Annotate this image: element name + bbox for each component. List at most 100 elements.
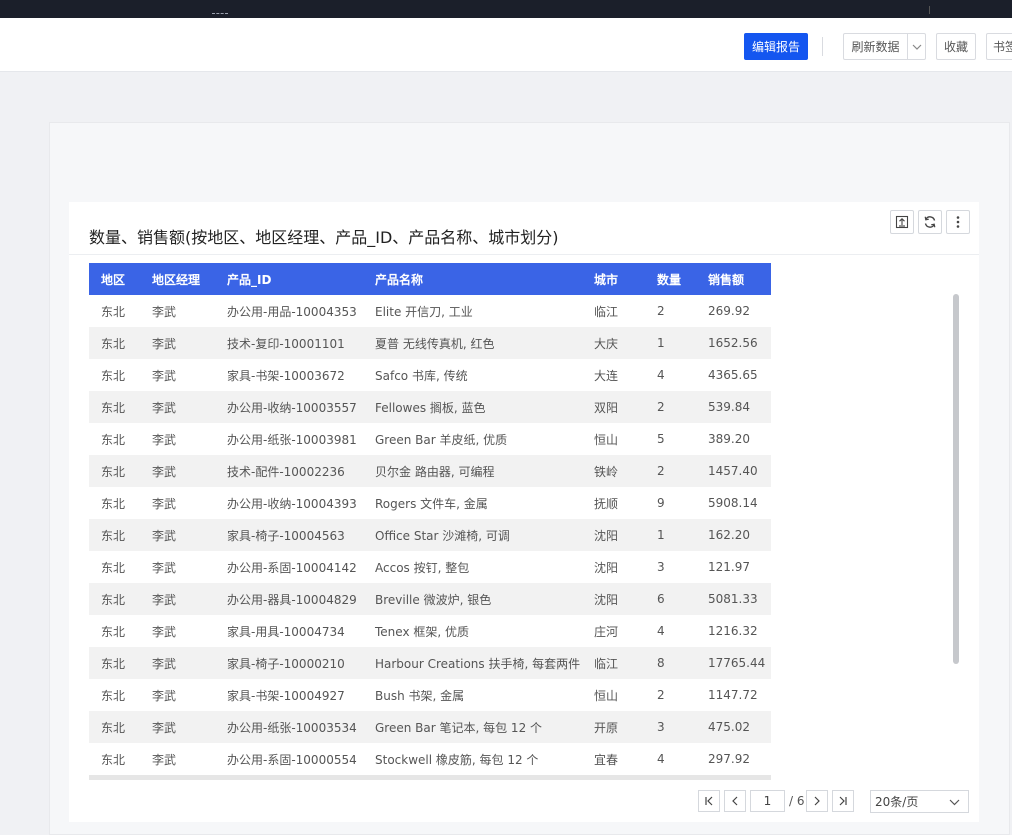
table-widget: 数量、销售额(按地区、地区经理、产品_ID、产品名称、城市划分) 地区 地区经理… <box>69 202 979 822</box>
cell-region: 东北 <box>101 304 126 319</box>
favorite-button[interactable]: 收藏 <box>936 33 976 60</box>
cell-city: 双阳 <box>594 400 619 415</box>
cell-product-name: Stockwell 橡皮筋, 每包 12 个 <box>375 752 539 767</box>
refresh-data-button[interactable]: 刷新数据 <box>844 34 907 59</box>
cell-product-id: 家具-书架-10004927 <box>227 688 345 703</box>
page-size-select[interactable]: 20条/页 <box>870 790 969 813</box>
cell-product-name: Green Bar 羊皮纸, 优质 <box>375 432 508 447</box>
cell-product-name: Harbour Creations 扶手椅, 每套两件 <box>375 656 581 671</box>
table-row[interactable]: 东北 李武 家具-书架-10004927 Bush 书架, 金属 恒山 2 1147.72 <box>89 679 771 711</box>
page-total-label: / 6 <box>789 794 805 808</box>
cell-city: 临江 <box>594 656 619 671</box>
cell-manager: 李武 <box>152 464 177 479</box>
window-icon[interactable] <box>212 4 228 14</box>
cell-product-id: 家具-椅子-10004563 <box>227 528 345 543</box>
column-header-city[interactable]: 城市 <box>582 271 645 288</box>
cell-region: 东北 <box>101 592 126 607</box>
cell-quantity: 1 <box>657 336 665 350</box>
cell-sales: 17765.44 <box>708 656 766 670</box>
cell-product-id: 家具-用具-10004734 <box>227 624 345 639</box>
cell-region: 东北 <box>101 464 126 479</box>
report-toolbar: 编辑报告 刷新数据 收藏 书签 <box>0 18 1012 72</box>
next-page-icon[interactable] <box>806 790 828 812</box>
table-row[interactable]: 东北 李武 技术-配件-10002236 贝尔金 路由器, 可编程 铁岭 2 1457.40 <box>89 455 771 487</box>
more-icon[interactable] <box>946 210 970 234</box>
cell-product-id: 办公用-纸张-10003981 <box>227 432 357 447</box>
table-row[interactable]: 东北 李武 家具-椅子-10004563 Office Star 沙滩椅, 可调 沈阳 1… <box>89 519 771 551</box>
dropdown-separator-icon <box>918 6 930 14</box>
table-row[interactable]: 东北 李武 办公用-纸张-10003981 Green Bar 羊皮纸, 优质 恒山 5 3… <box>89 423 771 455</box>
top-navigation-bar <box>0 0 1012 18</box>
cell-manager: 李武 <box>152 560 177 575</box>
cell-sales: 1216.32 <box>708 624 758 638</box>
table-row[interactable]: 东北 李武 办公用-纸张-10003534 Green Bar 笔记本, 每包 12 … <box>89 711 771 743</box>
cell-manager: 李武 <box>152 688 177 703</box>
cell-city: 恒山 <box>594 688 619 703</box>
cell-region: 东北 <box>101 400 126 415</box>
table-row[interactable]: 东北 李武 家具-椅子-10000210 Harbour Creations 扶手椅,… <box>89 647 771 679</box>
table-scrollbar[interactable] <box>953 294 959 664</box>
cell-product-name: Rogers 文件车, 金属 <box>375 496 488 511</box>
cell-manager: 李武 <box>152 400 177 415</box>
cell-manager: 李武 <box>152 752 177 767</box>
cell-region: 东北 <box>101 656 126 671</box>
cell-quantity: 6 <box>657 592 665 606</box>
cell-region: 东北 <box>101 496 126 511</box>
chevron-down-icon[interactable] <box>907 34 925 59</box>
table-row[interactable]: 东北 李武 办公用-器具-10004829 Breville 微波炉, 银色 沈阳 6 50… <box>89 583 771 615</box>
cell-city: 临江 <box>594 304 619 319</box>
cell-product-id: 技术-配件-10002236 <box>227 464 345 479</box>
data-table: 地区 地区经理 产品_ID 产品名称 城市 数量 销售额 东北 李武 办公用-用品-… <box>89 263 771 780</box>
column-header-sales[interactable]: 销售额 <box>696 271 771 288</box>
bookmark-button[interactable]: 书签 <box>986 33 1012 60</box>
cell-manager: 李武 <box>152 592 177 607</box>
cell-product-name: 贝尔金 路由器, 可编程 <box>375 464 495 479</box>
column-header-product-name[interactable]: 产品名称 <box>363 271 582 288</box>
cell-city: 大庆 <box>594 336 619 351</box>
last-page-icon[interactable] <box>832 790 854 812</box>
table-body: 东北 李武 办公用-用品-10004353 Elite 开信刀, 工业 临江 2 269.9… <box>89 295 771 775</box>
refresh-icon[interactable] <box>918 210 942 234</box>
column-header-manager[interactable]: 地区经理 <box>140 271 215 288</box>
refresh-button-group: 刷新数据 <box>843 33 926 60</box>
table-row[interactable]: 东北 李武 办公用-用品-10004353 Elite 开信刀, 工业 临江 2 269.9… <box>89 295 771 327</box>
table-partial-row <box>89 775 771 780</box>
cell-sales: 389.20 <box>708 432 750 446</box>
prev-page-icon[interactable] <box>724 790 746 812</box>
cell-product-id: 家具-椅子-10000210 <box>227 656 345 671</box>
table-row[interactable]: 东北 李武 办公用-系固-10000554 Stockwell 橡皮筋, 每包 12 … <box>89 743 771 775</box>
cell-city: 宜春 <box>594 752 619 767</box>
export-icon[interactable] <box>890 210 914 234</box>
column-header-product-id[interactable]: 产品_ID <box>215 271 363 288</box>
cell-city: 沈阳 <box>594 528 619 543</box>
cell-city: 抚顺 <box>594 496 619 511</box>
cell-manager: 李武 <box>152 336 177 351</box>
cell-product-id: 办公用-收纳-10004393 <box>227 496 357 511</box>
cell-product-id: 办公用-收纳-10003557 <box>227 400 357 415</box>
table-row[interactable]: 东北 李武 家具-书架-10003672 Safco 书库, 传统 大连 4 4365.65 <box>89 359 771 391</box>
column-header-quantity[interactable]: 数量 <box>645 271 696 288</box>
edit-report-button[interactable]: 编辑报告 <box>744 33 808 60</box>
table-row[interactable]: 东北 李武 家具-用具-10004734 Tenex 框架, 优质 庄河 4 1216.32 <box>89 615 771 647</box>
table-row[interactable]: 东北 李武 技术-复印-10001101 夏普 无线传真机, 红色 大庆 1 1652.56 <box>89 327 771 359</box>
column-header-region[interactable]: 地区 <box>89 271 140 288</box>
cell-manager: 李武 <box>152 624 177 639</box>
cell-sales: 162.20 <box>708 528 750 542</box>
cell-sales: 121.97 <box>708 560 750 574</box>
chevron-down-icon <box>949 795 960 809</box>
cell-product-name: Safco 书库, 传统 <box>375 368 468 383</box>
cell-quantity: 2 <box>657 304 665 318</box>
cell-sales: 1147.72 <box>708 688 758 702</box>
page-number-input[interactable] <box>750 790 785 812</box>
cell-city: 铁岭 <box>594 464 619 479</box>
cell-product-id: 办公用-纸张-10003534 <box>227 720 357 735</box>
table-row[interactable]: 东北 李武 办公用-收纳-10004393 Rogers 文件车, 金属 抚顺 9 5908… <box>89 487 771 519</box>
cell-sales: 297.92 <box>708 752 750 766</box>
cell-sales: 1457.40 <box>708 464 758 478</box>
table-row[interactable]: 东北 李武 办公用-系固-10004142 Accos 按钉, 整包 沈阳 3 121.97 <box>89 551 771 583</box>
first-page-icon[interactable] <box>698 790 720 812</box>
page-size-label: 20条/页 <box>875 795 919 809</box>
cell-product-id: 办公用-用品-10004353 <box>227 304 357 319</box>
cell-sales: 539.84 <box>708 400 750 414</box>
table-row[interactable]: 东北 李武 办公用-收纳-10003557 Fellowes 搁板, 蓝色 双阳 2 539… <box>89 391 771 423</box>
